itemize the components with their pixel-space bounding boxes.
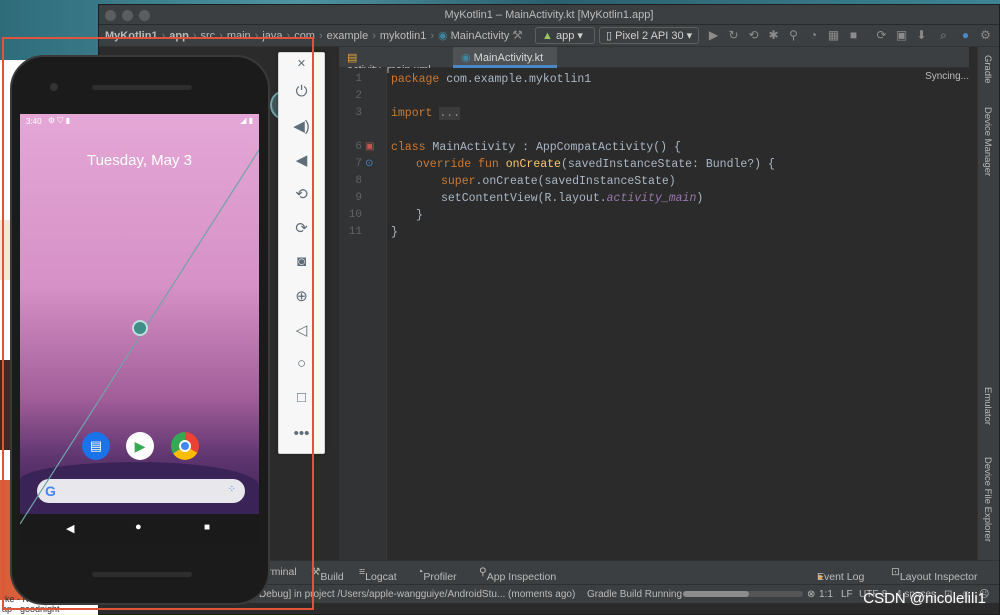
settings-icon[interactable]: ⚙: [979, 29, 992, 42]
sync-gradle-icon[interactable]: ⟳: [875, 29, 888, 42]
sdk-manager-icon[interactable]: ⬇: [915, 29, 928, 42]
gradle-task-status[interactable]: Gradle Build Running: [587, 589, 682, 600]
apply-code-icon[interactable]: ⟲: [747, 29, 760, 42]
breadcrumb-item[interactable]: example: [327, 30, 369, 42]
line-number: 3: [355, 107, 362, 119]
search-icon[interactable]: ⌕: [937, 29, 950, 42]
code-editor[interactable]: package com.example.mykotlin1 import ...…: [389, 68, 969, 560]
window-title: MyKotlin1 – MainActivity.kt [MyKotlin1.a…: [444, 9, 654, 21]
line-number: 2: [355, 90, 362, 102]
avd-manager-icon[interactable]: ▣: [895, 29, 908, 42]
editor-tabs: ▤ activity_main.xml ◉ MainActivity.kt: [339, 47, 969, 76]
kotlin-file-icon: ◉: [438, 30, 448, 42]
tool-layout-inspector[interactable]: ⊡ Layout Inspector: [891, 566, 977, 583]
debug-icon[interactable]: ✱: [767, 29, 780, 42]
tab-main-activity[interactable]: ◉ MainActivity.kt: [453, 47, 557, 68]
device-select[interactable]: ▯ Pixel 2 API 30 ▾: [599, 27, 699, 44]
apply-changes-icon[interactable]: ↻: [727, 29, 740, 42]
stop-icon[interactable]: ■: [847, 29, 860, 42]
override-gutter-icon[interactable]: ⊙: [365, 158, 373, 169]
device-manager-panel-tab[interactable]: Device Manager: [982, 107, 993, 176]
tool-profiler[interactable]: ◔ Profiler: [417, 566, 457, 583]
update-icon[interactable]: ●: [959, 29, 972, 42]
hammer-icon[interactable]: ⚒: [511, 29, 524, 42]
breadcrumb-item[interactable]: mykotlin1: [380, 30, 426, 42]
device-file-explorer-panel-tab[interactable]: Device File Explorer: [982, 457, 993, 542]
emulator-panel-tab[interactable]: Emulator: [982, 387, 993, 425]
attach-debugger-icon[interactable]: ⚲: [787, 29, 800, 42]
line-separator[interactable]: LF: [841, 589, 853, 600]
build-progress-bar: [683, 591, 803, 597]
profile-icon[interactable]: ◔: [807, 29, 820, 42]
right-tool-strip: Gradle Device Manager Emulator Device Fi…: [977, 47, 999, 560]
line-number: 10: [348, 209, 362, 221]
line-number: 11: [348, 226, 362, 238]
run-icon[interactable]: ▶: [707, 29, 720, 42]
line-number: 9: [355, 192, 362, 204]
line-number: 8: [355, 175, 362, 187]
kotlin-file-icon: ◉: [461, 52, 471, 64]
editor-gutter: 1 2 3 6 7 8 9 10 11 ▣ ⊙: [339, 68, 387, 560]
tool-logcat[interactable]: ≡ Logcat: [359, 566, 397, 583]
caret-position[interactable]: 1:1: [819, 589, 833, 600]
android-icon: ▲: [542, 30, 553, 42]
line-number: 6: [355, 141, 362, 153]
run-config-select[interactable]: ▲ app ▾: [535, 27, 595, 44]
tab-activity-main[interactable]: ▤ activity_main.xml: [339, 47, 451, 76]
sync-status: Syncing...: [925, 71, 969, 82]
line-number: 7: [355, 158, 362, 170]
coverage-icon[interactable]: ▦: [827, 29, 840, 42]
xml-file-icon: ▤: [347, 52, 358, 64]
watermark: CSDN @nicolelili1: [863, 590, 986, 607]
highlight-box: [2, 37, 314, 610]
activity-gutter-icon[interactable]: ▣: [365, 141, 374, 152]
gradle-panel-tab[interactable]: Gradle: [982, 55, 993, 84]
breadcrumb-item[interactable]: MainActivity: [451, 30, 510, 42]
tool-app-inspection[interactable]: ⚲ App Inspection: [479, 566, 556, 583]
line-number: 1: [355, 73, 362, 85]
title-bar: MyKotlin1 – MainActivity.kt [MyKotlin1.a…: [99, 5, 999, 25]
cancel-build-icon[interactable]: ⊗: [807, 589, 815, 600]
phone-icon: ▯: [606, 30, 613, 42]
